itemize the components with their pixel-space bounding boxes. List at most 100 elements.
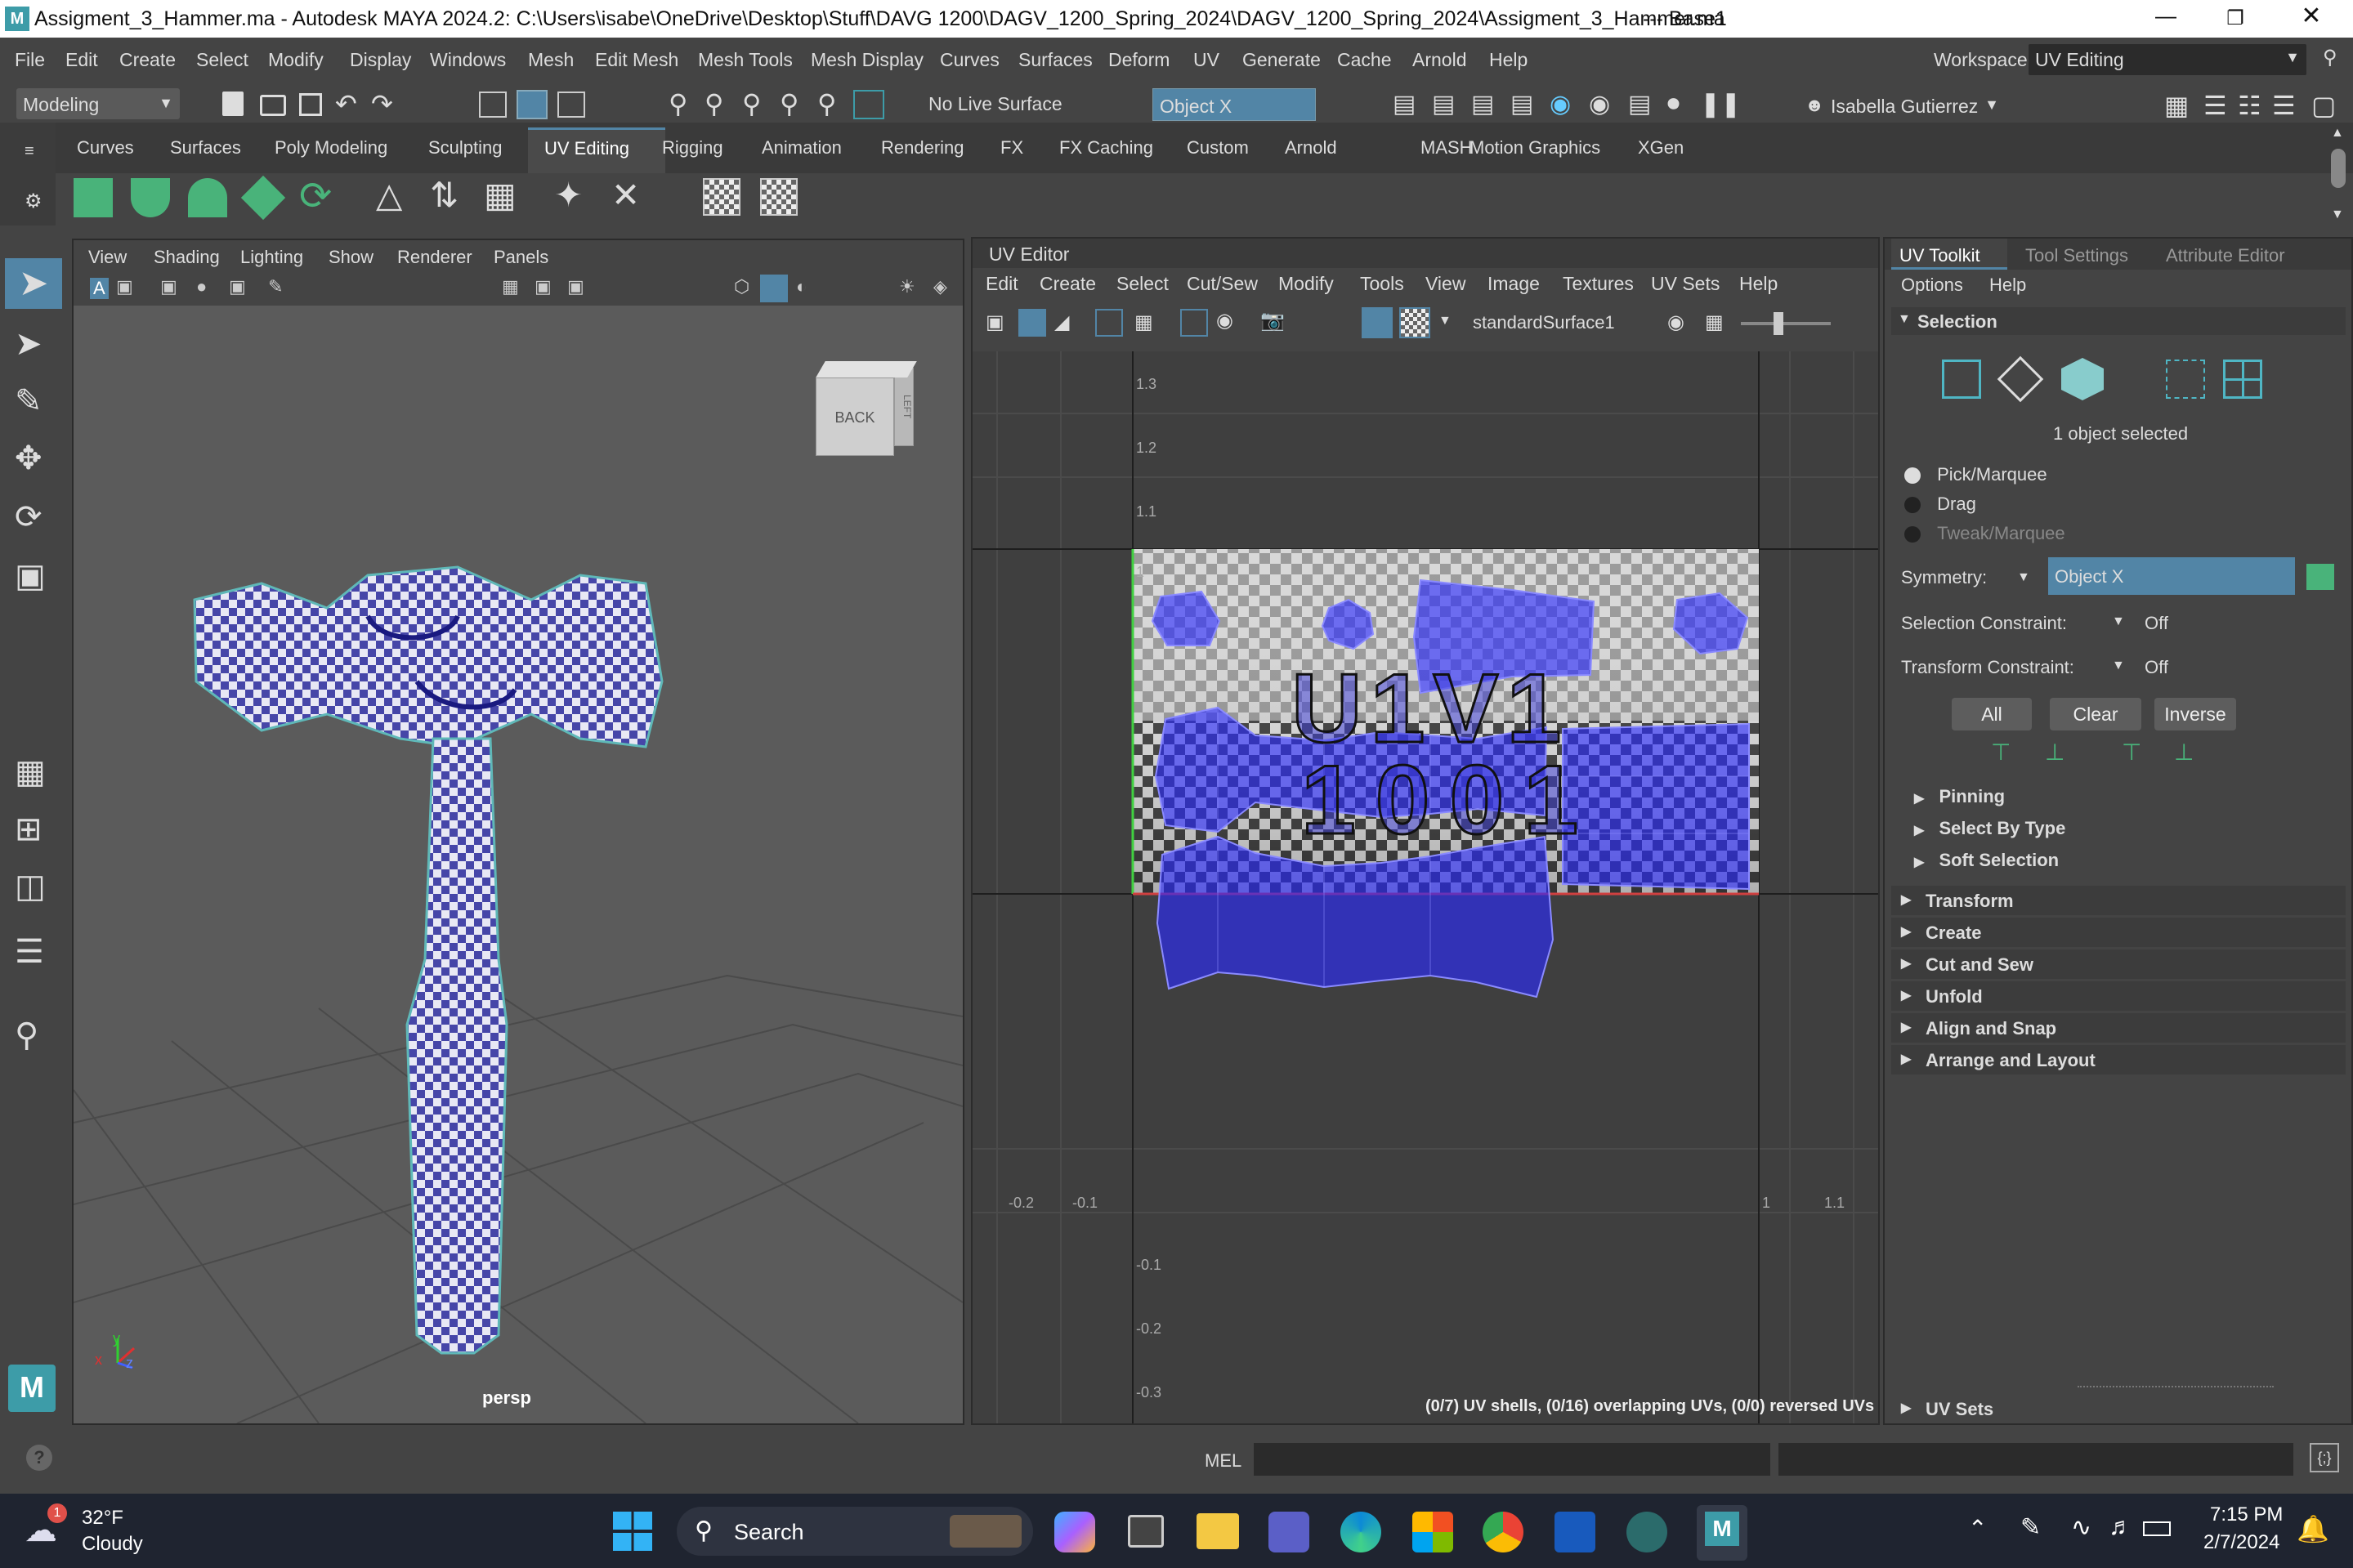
uv-pixel-snap-icon[interactable] <box>1180 309 1208 337</box>
view-cube[interactable]: BACK LEFT <box>816 361 917 459</box>
view-cube-front[interactable]: BACK <box>816 377 894 456</box>
film-gate-icon[interactable]: ▣ <box>535 276 552 297</box>
menu-cache[interactable]: Cache <box>1337 49 1391 71</box>
tab-attribute-editor[interactable]: Attribute Editor <box>2166 245 2285 266</box>
uv-menu-uv-sets[interactable]: UV Sets <box>1651 273 1720 295</box>
shelf-tab-xgen[interactable]: XGen <box>1638 137 1684 159</box>
uv-menu-select[interactable]: Select <box>1116 273 1169 295</box>
2d-pan-icon[interactable]: ▣ <box>229 276 246 297</box>
chrome-icon[interactable] <box>1483 1512 1523 1552</box>
close-icon[interactable]: ✕ <box>2297 2 2326 33</box>
viewport-menu-shading[interactable]: Shading <box>154 247 220 268</box>
copilot-icon[interactable] <box>1054 1512 1095 1552</box>
shelf-tab-animation[interactable]: Animation <box>762 137 842 159</box>
uv-menu-image[interactable]: Image <box>1487 273 1540 295</box>
menu-windows[interactable]: Windows <box>430 49 506 71</box>
attribute-editor-icon[interactable]: ☰ <box>2203 90 2227 121</box>
help-icon[interactable]: ? <box>26 1445 52 1471</box>
shelf-scroll-bar[interactable]: ▲ ▼ <box>2329 126 2347 227</box>
chevron-down-icon[interactable]: ▼ <box>1438 314 1452 328</box>
spherical-map-icon[interactable] <box>188 178 227 217</box>
shelf-tab-rendering[interactable]: Rendering <box>881 137 964 159</box>
smooth-shade-icon[interactable] <box>760 275 788 302</box>
grease-pencil-icon[interactable]: ✎ <box>268 276 283 297</box>
scroll-up-icon[interactable]: ▲ <box>2331 126 2344 141</box>
layout-icon[interactable]: ▦ <box>484 175 517 215</box>
menu-uv[interactable]: UV <box>1193 49 1219 71</box>
transform-section-header[interactable]: ▶ Transform <box>1891 886 2346 915</box>
move-tool-icon[interactable]: ✥ <box>15 440 42 477</box>
unfold-icon[interactable]: ⇅ <box>430 175 459 215</box>
record-icon[interactable]: ⏺ <box>1667 90 1680 118</box>
automatic-map-icon[interactable] <box>240 175 286 221</box>
user-account-button[interactable]: ☻ Isabella Gutierrez ▼ <box>1801 90 2001 121</box>
clock-date[interactable]: 2/7/2024 <box>2203 1531 2279 1554</box>
open-scene-icon[interactable] <box>260 95 286 116</box>
soft-selection-subsection[interactable]: ▶ Soft Selection <box>1914 850 2059 871</box>
planar-map-icon[interactable] <box>74 178 113 217</box>
clear-selection-button[interactable]: Clear <box>2050 698 2141 730</box>
snap-point-icon[interactable]: ⚲ <box>742 88 761 119</box>
rotate-tool-icon[interactable]: ⟳ <box>15 498 42 536</box>
select-shell-border-icon[interactable]: ⊥ <box>2174 739 2194 766</box>
uv-snapshot-icon[interactable]: 📷 <box>1260 309 1285 333</box>
cut-uv-icon[interactable]: ✦ <box>554 175 583 215</box>
viewport-menu-view[interactable]: View <box>88 247 127 268</box>
menu-mesh-tools[interactable]: Mesh Tools <box>698 49 793 71</box>
uv-sets-section-header[interactable]: ▶ UV Sets <box>1891 1394 2346 1423</box>
render-view-icon[interactable]: ◉ <box>1589 90 1610 118</box>
viewport-menu-lighting[interactable]: Lighting <box>240 247 303 268</box>
transform-constraint-value[interactable]: Off <box>2145 657 2168 678</box>
radio-drag[interactable]: Drag <box>1904 494 1976 515</box>
pin-icon[interactable]: ⚲ <box>2323 46 2337 69</box>
select-by-type-subsection[interactable]: ▶ Select By Type <box>1914 818 2065 839</box>
single-view-icon[interactable]: ▦ <box>15 753 46 791</box>
playblast-icon[interactable]: ▤ <box>1628 90 1651 118</box>
battery-icon[interactable] <box>2143 1521 2171 1536</box>
snap-surface-icon[interactable]: ⚲ <box>817 88 836 119</box>
select-object-icon[interactable] <box>517 90 548 119</box>
viewport-menu-panels[interactable]: Panels <box>494 247 548 268</box>
four-view-icon[interactable]: ⊞ <box>15 811 42 848</box>
menu-modify[interactable]: Modify <box>268 49 324 71</box>
menu-help[interactable]: Help <box>1489 49 1528 71</box>
modeling-toolkit-icon[interactable]: ▦ <box>2164 90 2189 121</box>
checker-icon[interactable] <box>703 178 740 216</box>
pause-icon[interactable]: ❚❚ <box>1700 90 1741 118</box>
channel-box-icon[interactable]: ☰ <box>2272 90 2296 121</box>
grow-selection-icon[interactable]: ⊤ <box>1991 739 2011 766</box>
select-all-button[interactable]: All <box>1952 698 2032 730</box>
clock-time[interactable]: 7:15 PM <box>2210 1503 2283 1526</box>
shrink-selection-icon[interactable]: ⊥ <box>2045 739 2064 766</box>
resolution-gate-icon[interactable]: ▣ <box>567 276 584 297</box>
menu-mesh-display[interactable]: Mesh Display <box>811 49 924 71</box>
chevron-down-icon[interactable]: ▼ <box>2112 659 2125 673</box>
weather-widget[interactable]: ☁ 1 32°F Cloudy <box>25 1502 163 1561</box>
toolkit-menu-help[interactable]: Help <box>1989 275 2026 296</box>
shelf-tab-rigging[interactable]: Rigging <box>662 137 723 159</box>
grid-icon[interactable]: ▦ <box>502 276 519 297</box>
task-view-icon[interactable] <box>1128 1515 1164 1548</box>
cut-and-sew-section-header[interactable]: ▶ Cut and Sew <box>1891 949 2346 979</box>
menu-edit-mesh[interactable]: Edit Mesh <box>595 49 678 71</box>
uv-material-name[interactable]: standardSurface1 <box>1473 312 1615 333</box>
menu-generate[interactable]: Generate <box>1242 49 1321 71</box>
bookmark-icon[interactable]: ▣ <box>160 276 177 297</box>
uv-toolbar-icon-2[interactable] <box>1018 309 1046 337</box>
camera-based-map-icon[interactable]: ⟳ <box>299 173 332 219</box>
uv-exposure-slider[interactable] <box>1741 312 1831 335</box>
lasso-tool-icon[interactable]: ➤ <box>15 325 42 363</box>
uv-grid-canvas[interactable] <box>973 351 1878 1423</box>
search-icon[interactable]: ⚲ <box>15 1016 38 1054</box>
uv-toolbar-icon-4[interactable]: ▦ <box>1134 310 1153 334</box>
shelf-menu-icon[interactable]: ≡ <box>25 142 34 161</box>
lights-icon[interactable]: ☀ <box>899 276 915 297</box>
radio-tweak-marquee[interactable]: Tweak/Marquee <box>1904 523 2065 544</box>
render-icons[interactable]: ▤ ▤ ▤ ▤ ◉ ◉ ▤ ⏺ ❚❚ <box>1393 90 1741 119</box>
uv-menu-edit[interactable]: Edit <box>986 273 1018 295</box>
scale-tool-icon[interactable]: ▣ <box>15 557 46 595</box>
outliner-layout-icon[interactable]: ☰ <box>15 933 44 971</box>
script-language-toggle[interactable]: MEL <box>1182 1445 1250 1476</box>
arnold-icon[interactable] <box>1626 1512 1667 1552</box>
volume-icon[interactable]: ♬ <box>2109 1513 2133 1541</box>
